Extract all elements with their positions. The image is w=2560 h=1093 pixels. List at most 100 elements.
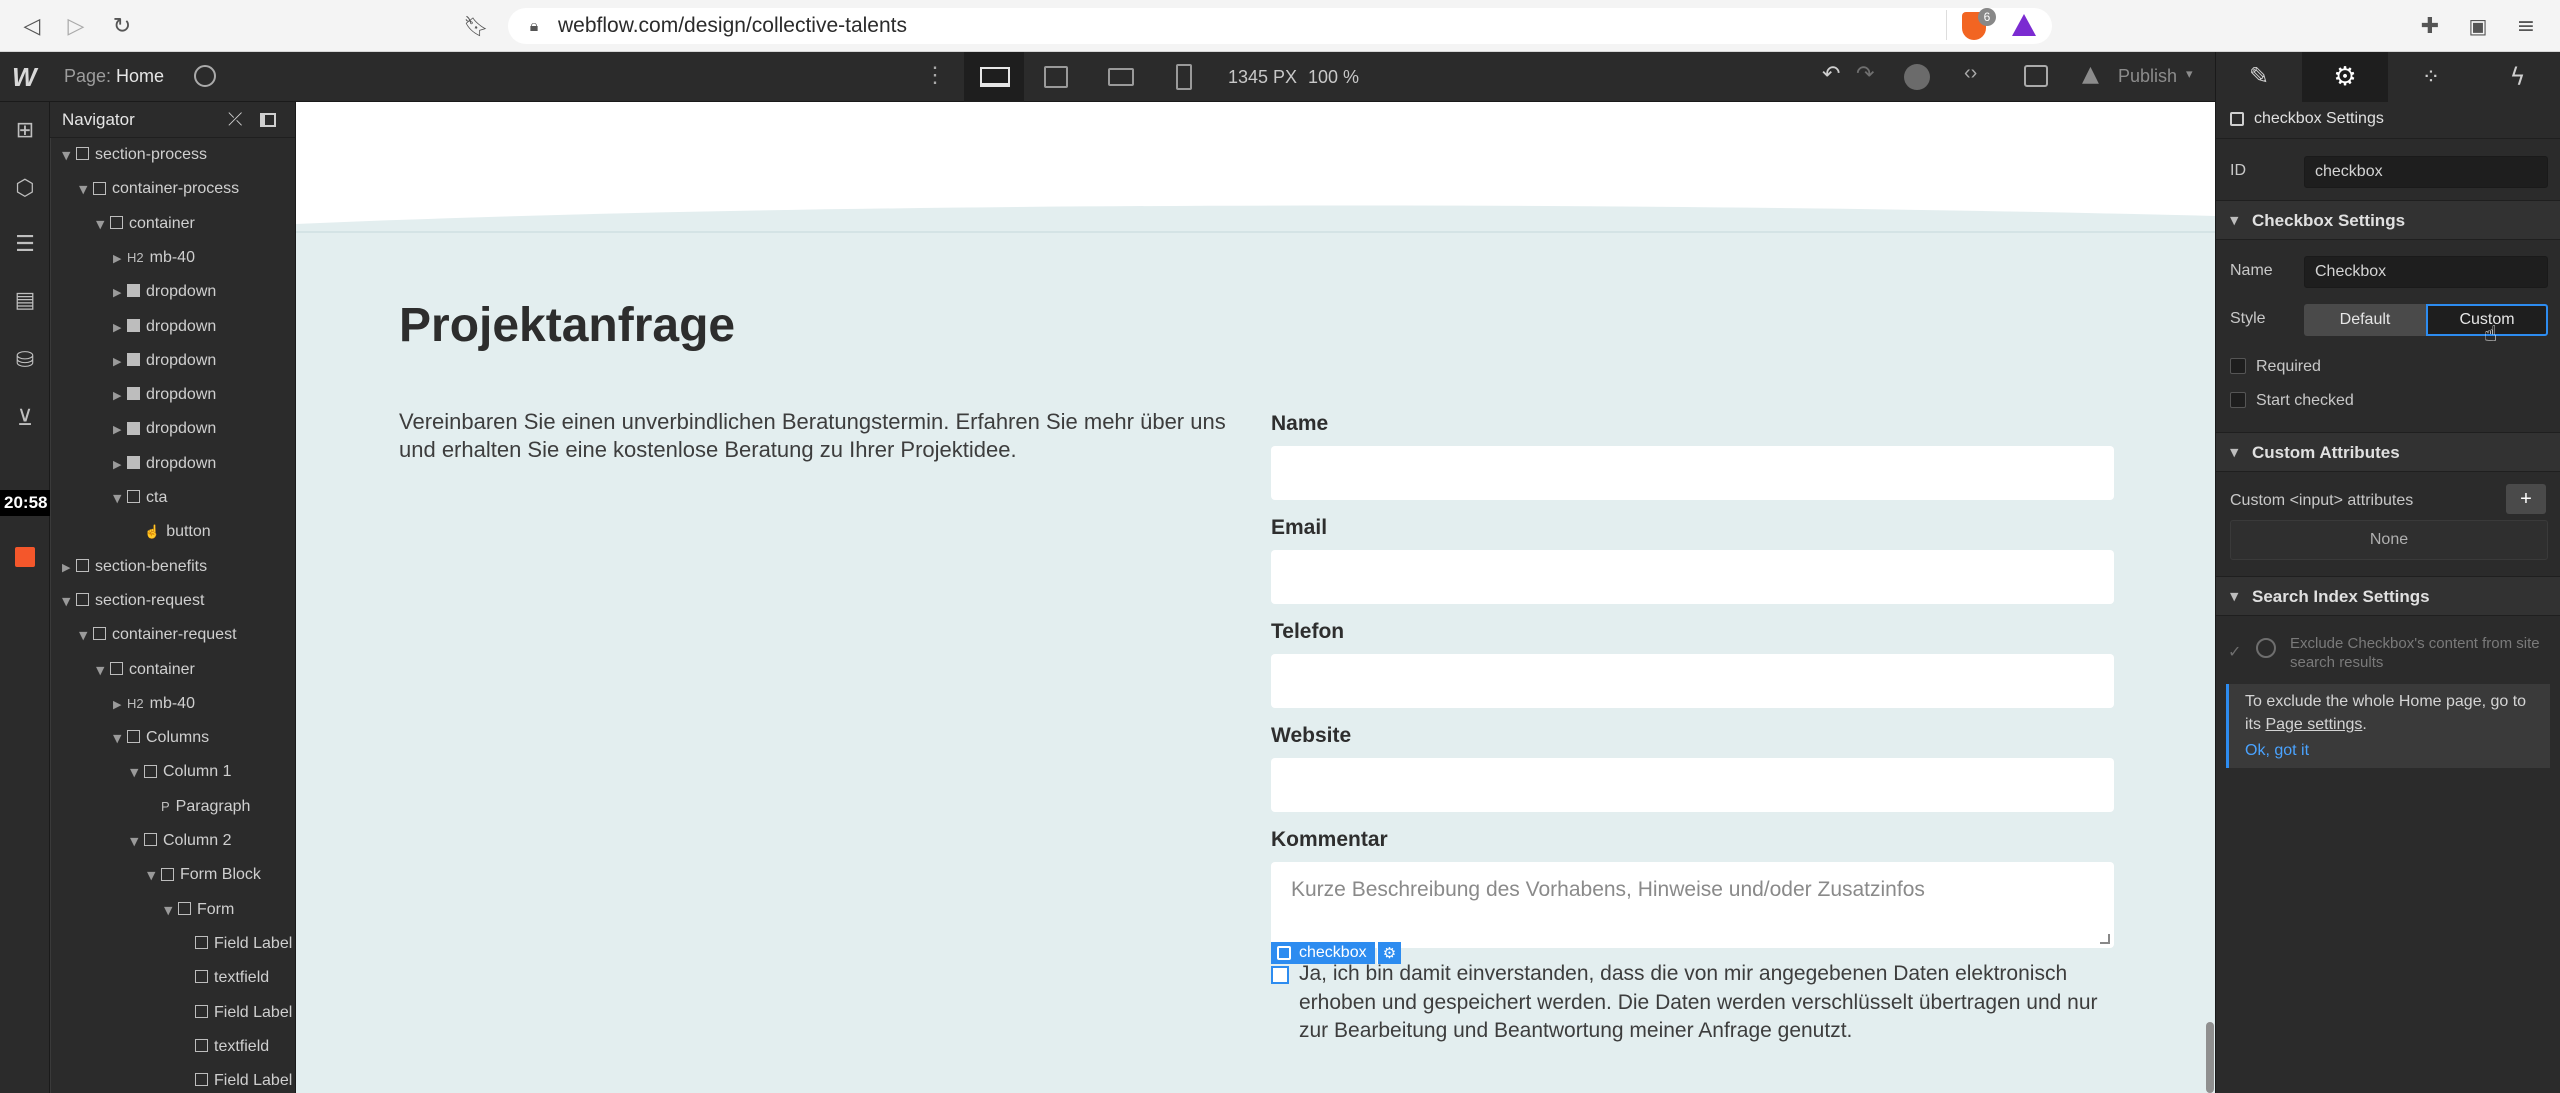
navigator-item[interactable]: Field Label: [181, 996, 292, 1030]
required-checkbox[interactable]: [2230, 358, 2246, 374]
menu-icon[interactable]: ≡: [2512, 12, 2540, 40]
page-settings-link[interactable]: Page settings: [2265, 716, 2362, 733]
ok-got-it-link[interactable]: Ok, got it: [2245, 742, 2309, 760]
redo-icon[interactable]: ↷: [1856, 62, 1874, 87]
style-brush-icon[interactable]: ✎: [2216, 52, 2302, 102]
export-icon[interactable]: [2024, 65, 2048, 87]
rewards-icon[interactable]: [2012, 14, 2036, 36]
navigator-item[interactable]: ▼ section-process: [62, 138, 207, 172]
navigator-item[interactable]: ▼ container: [96, 653, 195, 687]
navigator-item[interactable]: ▶ dropdown: [113, 344, 216, 378]
chevron-right-icon[interactable]: ▶: [113, 276, 125, 310]
name-input[interactable]: [1271, 446, 2114, 500]
navigator-item[interactable]: ▼ Form: [164, 893, 234, 927]
breakpoint-portrait-button[interactable]: [1176, 64, 1192, 90]
navigator-item[interactable]: ▼ container: [96, 207, 195, 241]
navigator-item[interactable]: Field Label: [181, 1064, 292, 1093]
chevron-down-icon[interactable]: ▼: [79, 173, 91, 207]
navigator-item[interactable]: Field Label: [181, 927, 292, 961]
bookmark-icon[interactable]: 🔖︎: [462, 12, 490, 40]
chevron-right-icon[interactable]: ▶: [113, 379, 125, 413]
chevron-right-icon[interactable]: ▶: [62, 551, 74, 585]
email-input[interactable]: [1271, 550, 2114, 604]
dock-panel-icon[interactable]: [260, 113, 276, 127]
chevron-right-icon[interactable]: ▶: [113, 688, 125, 722]
navigator-item[interactable]: ▶ section-benefits: [62, 550, 207, 584]
publish-button[interactable]: Publish: [2118, 66, 2177, 87]
chevron-right-icon[interactable]: ▶: [113, 448, 125, 482]
page-heading[interactable]: Projektanfrage: [399, 298, 735, 353]
url-text[interactable]: webflow.com/design/collective-talents: [558, 14, 907, 38]
chevron-down-icon[interactable]: ▼: [130, 825, 142, 859]
navigator-item[interactable]: textfield: [181, 1030, 269, 1064]
wallet-icon[interactable]: ▣: [2464, 12, 2492, 40]
telefon-input[interactable]: [1271, 654, 2114, 708]
chevron-right-icon[interactable]: ▶: [113, 311, 125, 345]
chevron-down-icon[interactable]: ▼: [130, 756, 142, 790]
navigator-item[interactable]: ▶ dropdown: [113, 447, 216, 481]
name-field[interactable]: Checkbox: [2304, 256, 2548, 288]
navigator-item[interactable]: ▼ Column 1: [130, 755, 231, 789]
id-input[interactable]: checkbox: [2304, 156, 2548, 188]
webflow-logo-icon[interactable]: W: [12, 62, 37, 93]
extensions-icon[interactable]: ✚: [2416, 12, 2444, 40]
breakpoint-tablet-button[interactable]: [1044, 66, 1068, 88]
design-canvas[interactable]: Projektanfrage Vereinbaren Sie einen unv…: [296, 102, 2215, 1093]
chevron-right-icon[interactable]: ▶: [113, 345, 125, 379]
navigator-item[interactable]: ▶ H2 mb-40: [113, 687, 195, 721]
chevron-down-icon[interactable]: ▼: [96, 654, 108, 688]
style-default-button[interactable]: Default: [2304, 304, 2426, 336]
navigator-item[interactable]: P Paragraph: [147, 790, 250, 824]
settings-gear-icon[interactable]: ⚙: [2302, 52, 2388, 102]
chevron-right-icon[interactable]: ▶: [113, 413, 125, 447]
preview-eye-icon[interactable]: [194, 65, 216, 87]
ecommerce-cart-icon[interactable]: ⊻: [7, 400, 43, 436]
resize-handle-icon[interactable]: [2100, 934, 2110, 944]
chevron-down-icon[interactable]: ▼: [62, 585, 74, 619]
navigator-item[interactable]: textfield: [181, 961, 269, 995]
navigator-icon[interactable]: ☰: [7, 226, 43, 262]
navigator-item[interactable]: ▼ Columns: [113, 721, 209, 755]
navigator-item[interactable]: ▼ section-request: [62, 584, 204, 618]
chevron-down-icon[interactable]: ▼: [113, 722, 125, 756]
chevron-down-icon[interactable]: ▼: [147, 859, 159, 893]
checkbox-settings-header[interactable]: ▼ Checkbox Settings: [2216, 200, 2560, 240]
comments-icon[interactable]: [1904, 64, 1930, 90]
navigator-item[interactable]: ▼ Column 2: [130, 824, 231, 858]
record-stop-icon[interactable]: [15, 547, 35, 567]
navigator-item[interactable]: ▼ container-process: [79, 172, 239, 206]
canvas-scrollbar[interactable]: [2206, 1022, 2214, 1093]
more-icon[interactable]: ⋮: [924, 62, 946, 88]
start-checked-checkbox[interactable]: [2230, 392, 2246, 408]
chevron-down-icon[interactable]: ▼: [164, 894, 176, 928]
navigator-item[interactable]: ▼ container-request: [79, 618, 237, 652]
collapse-icon[interactable]: ⤫: [228, 102, 242, 138]
website-input[interactable]: [1271, 758, 2114, 812]
navigator-item[interactable]: ▶ dropdown: [113, 310, 216, 344]
navigator-item[interactable]: ☝ button: [130, 515, 211, 549]
code-icon[interactable]: ‹›: [1964, 62, 1977, 85]
intro-paragraph[interactable]: Vereinbaren Sie einen unverbindlichen Be…: [399, 408, 1229, 464]
forward-icon[interactable]: ▷: [62, 12, 90, 40]
chevron-down-icon[interactable]: ▼: [62, 139, 74, 173]
symbols-cube-icon[interactable]: ⬡: [7, 170, 43, 206]
navigator-item[interactable]: ▶ H2 mb-40: [113, 241, 195, 275]
pages-icon[interactable]: ▤: [7, 282, 43, 318]
add-panel-icon[interactable]: ⊞: [7, 112, 43, 148]
chevron-down-icon[interactable]: ▼: [113, 482, 125, 516]
navigator-item[interactable]: ▶ dropdown: [113, 412, 216, 446]
search-index-header[interactable]: ▼ Search Index Settings: [2216, 576, 2560, 616]
breakpoint-landscape-button[interactable]: [1108, 68, 1134, 86]
custom-attributes-header[interactable]: ▼ Custom Attributes: [2216, 432, 2560, 472]
chevron-down-icon[interactable]: ▼: [79, 619, 91, 653]
chevron-right-icon[interactable]: ▶: [113, 242, 125, 276]
consent-checkbox[interactable]: [1271, 966, 1289, 984]
navigator-item[interactable]: ▼ cta: [113, 481, 167, 515]
style-manager-drops-icon[interactable]: ⁘: [2388, 52, 2474, 102]
back-icon[interactable]: ◁: [18, 12, 46, 40]
reload-icon[interactable]: ↻: [108, 12, 136, 40]
navigator-item[interactable]: ▶ dropdown: [113, 275, 216, 309]
interactions-bolt-icon[interactable]: ϟ: [2474, 52, 2560, 102]
undo-icon[interactable]: ↶: [1822, 62, 1840, 87]
page-selector[interactable]: Home: [116, 66, 164, 87]
